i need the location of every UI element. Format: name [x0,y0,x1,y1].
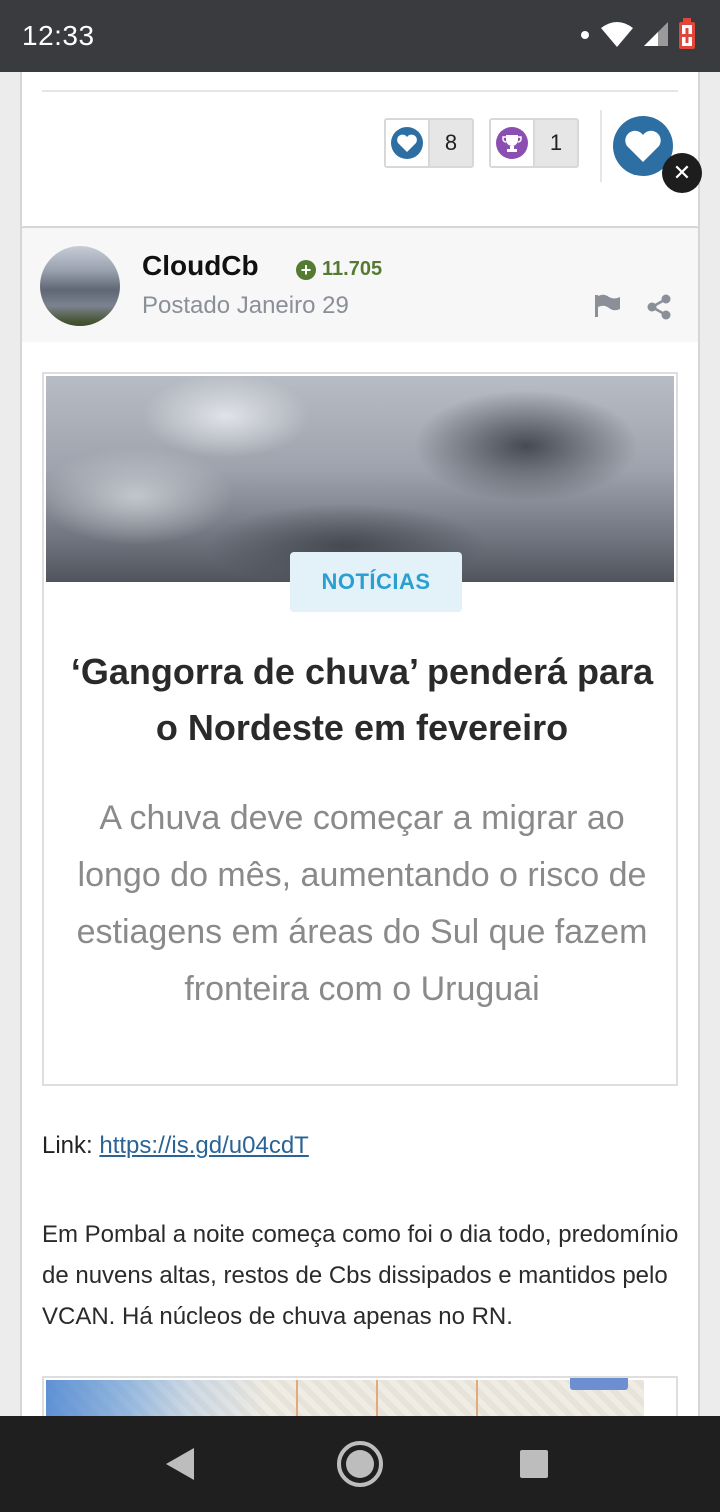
like-reaction-badge[interactable]: 8 [384,118,474,168]
close-button[interactable]: ✕ [662,153,702,193]
post-header: CloudCb + 11.705 Postado Janeiro 29 [22,228,698,342]
system-nav-bar [0,1416,720,1512]
heart-icon [386,120,430,166]
map-content [46,1378,644,1416]
post-date: Postado Janeiro 29 [142,292,349,319]
recents-button[interactable] [512,1442,556,1486]
map-border-line [376,1380,378,1416]
heart-icon [625,130,661,162]
status-icons [580,17,696,55]
post-body-text: Em Pombal a noite começa como foi o dia … [42,1221,679,1330]
reaction-divider [600,110,602,182]
wifi-icon [600,20,634,53]
news-category-tag: NOTÍCIAS [290,552,462,612]
news-subheadline: A chuva deve começar a migrar ao longo d… [76,799,648,1008]
home-icon [337,1441,383,1487]
link-line: Link: https://is.gd/u04cdT [42,1132,309,1160]
plus-icon: + [296,259,316,280]
page-content: 8 1 ✕ CloudCb + 11.705 Postado Janeiro 2… [0,72,720,1416]
status-bar: 12:33 [0,0,720,72]
flag-icon[interactable] [594,294,622,323]
back-button[interactable] [158,1442,202,1486]
notification-dot-icon [580,27,590,45]
news-headline: ‘Gangorra de chuva’ penderá para o Norde… [70,651,654,748]
divider [42,90,678,92]
status-time: 12:33 [22,20,95,51]
back-icon [166,1448,194,1480]
reputation-badge: + 11.705 [296,258,382,281]
link-label: Link: [42,1132,100,1159]
trophy-count: 1 [549,130,563,155]
post-card: CloudCb + 11.705 Postado Janeiro 29 NOTÍ… [20,226,700,1416]
map-control [570,1378,628,1390]
radar-map-image[interactable] [42,1376,678,1416]
recents-icon [520,1450,548,1478]
avatar[interactable] [40,246,120,326]
trophy-icon [491,120,535,166]
author-name[interactable]: CloudCb [142,250,259,282]
like-count: 8 [444,130,458,155]
map-border-line [296,1380,298,1416]
share-icon[interactable] [646,294,672,325]
signal-icon [644,21,668,51]
news-embed-card[interactable]: NOTÍCIAS ‘Gangorra de chuva’ penderá par… [42,372,678,1086]
battery-icon [678,17,696,55]
home-button[interactable] [336,1440,384,1488]
map-border-line [476,1380,478,1416]
news-link[interactable]: https://is.gd/u04cdT [99,1132,308,1159]
trophy-reaction-badge[interactable]: 1 [489,118,579,168]
reputation-value: 11.705 [322,258,383,280]
